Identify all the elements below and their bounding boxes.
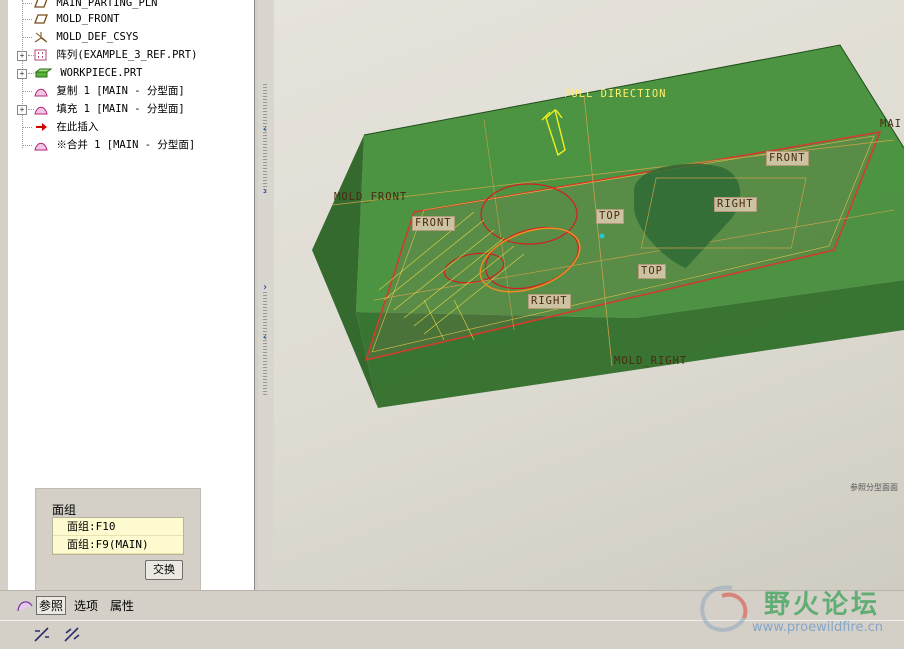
csys-origin-marker xyxy=(599,233,605,239)
quilt-item[interactable]: 面组:F9(MAIN) xyxy=(53,536,183,554)
surface-icon xyxy=(34,85,48,97)
watermark-url: www.proewildfire.cn xyxy=(752,620,883,635)
sash-grip[interactable] xyxy=(263,292,267,396)
panel-sash[interactable]: ‹ › › ‹ xyxy=(258,0,274,590)
tree-item-copy-1[interactable]: 复制 1 [MAIN - 分型面] xyxy=(22,82,185,100)
collapse-left-arrow-icon[interactable]: ‹ xyxy=(262,332,268,343)
forum-watermark: 野火论坛 www.proewildfire.cn xyxy=(692,578,900,644)
workpiece-icon xyxy=(34,67,53,79)
right-plane-label: RIGHT xyxy=(714,197,757,212)
expand-right-arrow-icon[interactable]: › xyxy=(262,186,268,197)
merge-feature-icon xyxy=(16,597,34,616)
insert-here-arrow-icon xyxy=(34,121,48,133)
csys-icon xyxy=(34,31,48,43)
watermark-logo-icon xyxy=(700,585,748,632)
tree-item-mold-def-csys[interactable]: MOLD_DEF_CSYS xyxy=(22,28,139,46)
tree-item-label: 填充 1 [MAIN - 分型面] xyxy=(56,103,185,115)
tree-item-label: WORKPIECE.PRT xyxy=(60,67,143,79)
tab-options[interactable]: 选项 xyxy=(74,597,98,614)
right-plane-label: RIGHT xyxy=(528,294,571,309)
merge-flip-icon[interactable] xyxy=(62,625,82,647)
viewport-note: 参照分型面面 xyxy=(850,483,898,492)
pattern-icon xyxy=(34,49,48,61)
graphics-viewport[interactable]: PULL DIRECTION MAI FRONT MOLD_FRONT FRON… xyxy=(274,0,904,590)
quilt-item[interactable]: 面组:F10 xyxy=(53,518,183,536)
tab-references[interactable]: 参照 xyxy=(36,596,67,615)
sash-grip[interactable] xyxy=(263,84,267,194)
mold-right-plane-label: MOLD_RIGHT xyxy=(614,355,688,367)
tree-item-label: MOLD_DEF_CSYS xyxy=(56,31,139,43)
quilts-title: 面组 xyxy=(52,503,77,517)
mold-front-plane-label: MOLD_FRONT xyxy=(334,191,408,203)
quilts-panel: 面组 面组:F10 面组:F9(MAIN) 交换 xyxy=(35,488,201,592)
tab-properties[interactable]: 属性 xyxy=(110,597,134,614)
tree-item-pattern[interactable]: 阵列(EXAMPLE_3_REF.PRT) xyxy=(22,46,197,64)
datum-plane-icon xyxy=(34,0,48,9)
front-plane-label: FRONT xyxy=(766,151,809,166)
tree-item-label: MOLD_FRONT xyxy=(56,13,120,25)
tree-item-label: MAIN_PARTING_PLN xyxy=(56,0,158,9)
tree-item-label: ※合并 1 [MAIN - 分型面] xyxy=(56,139,196,151)
tree-item-merge-1[interactable]: ※合并 1 [MAIN - 分型面] xyxy=(22,136,195,154)
expand-right-arrow-icon[interactable]: › xyxy=(262,282,268,293)
surface-icon xyxy=(34,139,48,151)
tree-item-label: 阵列(EXAMPLE_3_REF.PRT) xyxy=(56,49,198,61)
surface-icon xyxy=(34,103,48,115)
main-plane-label: MAI xyxy=(880,118,902,130)
swap-button[interactable]: 交换 xyxy=(145,560,183,580)
tree-item-workpiece[interactable]: WORKPIECE.PRT xyxy=(22,64,143,82)
tree-item-mold-front[interactable]: MOLD_FRONT xyxy=(22,10,120,28)
tree-item-insert-here[interactable]: 在此插入 xyxy=(22,118,98,136)
merge-direction-icon[interactable] xyxy=(32,625,52,647)
tree-item-label: 复制 1 [MAIN - 分型面] xyxy=(56,85,185,97)
pull-direction-label: PULL DIRECTION xyxy=(564,88,667,100)
tree-item-label: 在此插入 xyxy=(56,121,99,133)
watermark-title: 野火论坛 xyxy=(764,590,881,620)
datum-plane-icon xyxy=(34,13,48,25)
collapse-left-arrow-icon[interactable]: ‹ xyxy=(262,124,268,135)
top-plane-label: TOP xyxy=(638,264,666,279)
top-plane-label: TOP xyxy=(596,209,624,224)
tree-item-fill-1[interactable]: 填充 1 [MAIN - 分型面] xyxy=(22,100,185,118)
quilts-list[interactable]: 面组:F10 面组:F9(MAIN) xyxy=(52,517,184,555)
front-plane-label: FRONT xyxy=(412,216,455,231)
